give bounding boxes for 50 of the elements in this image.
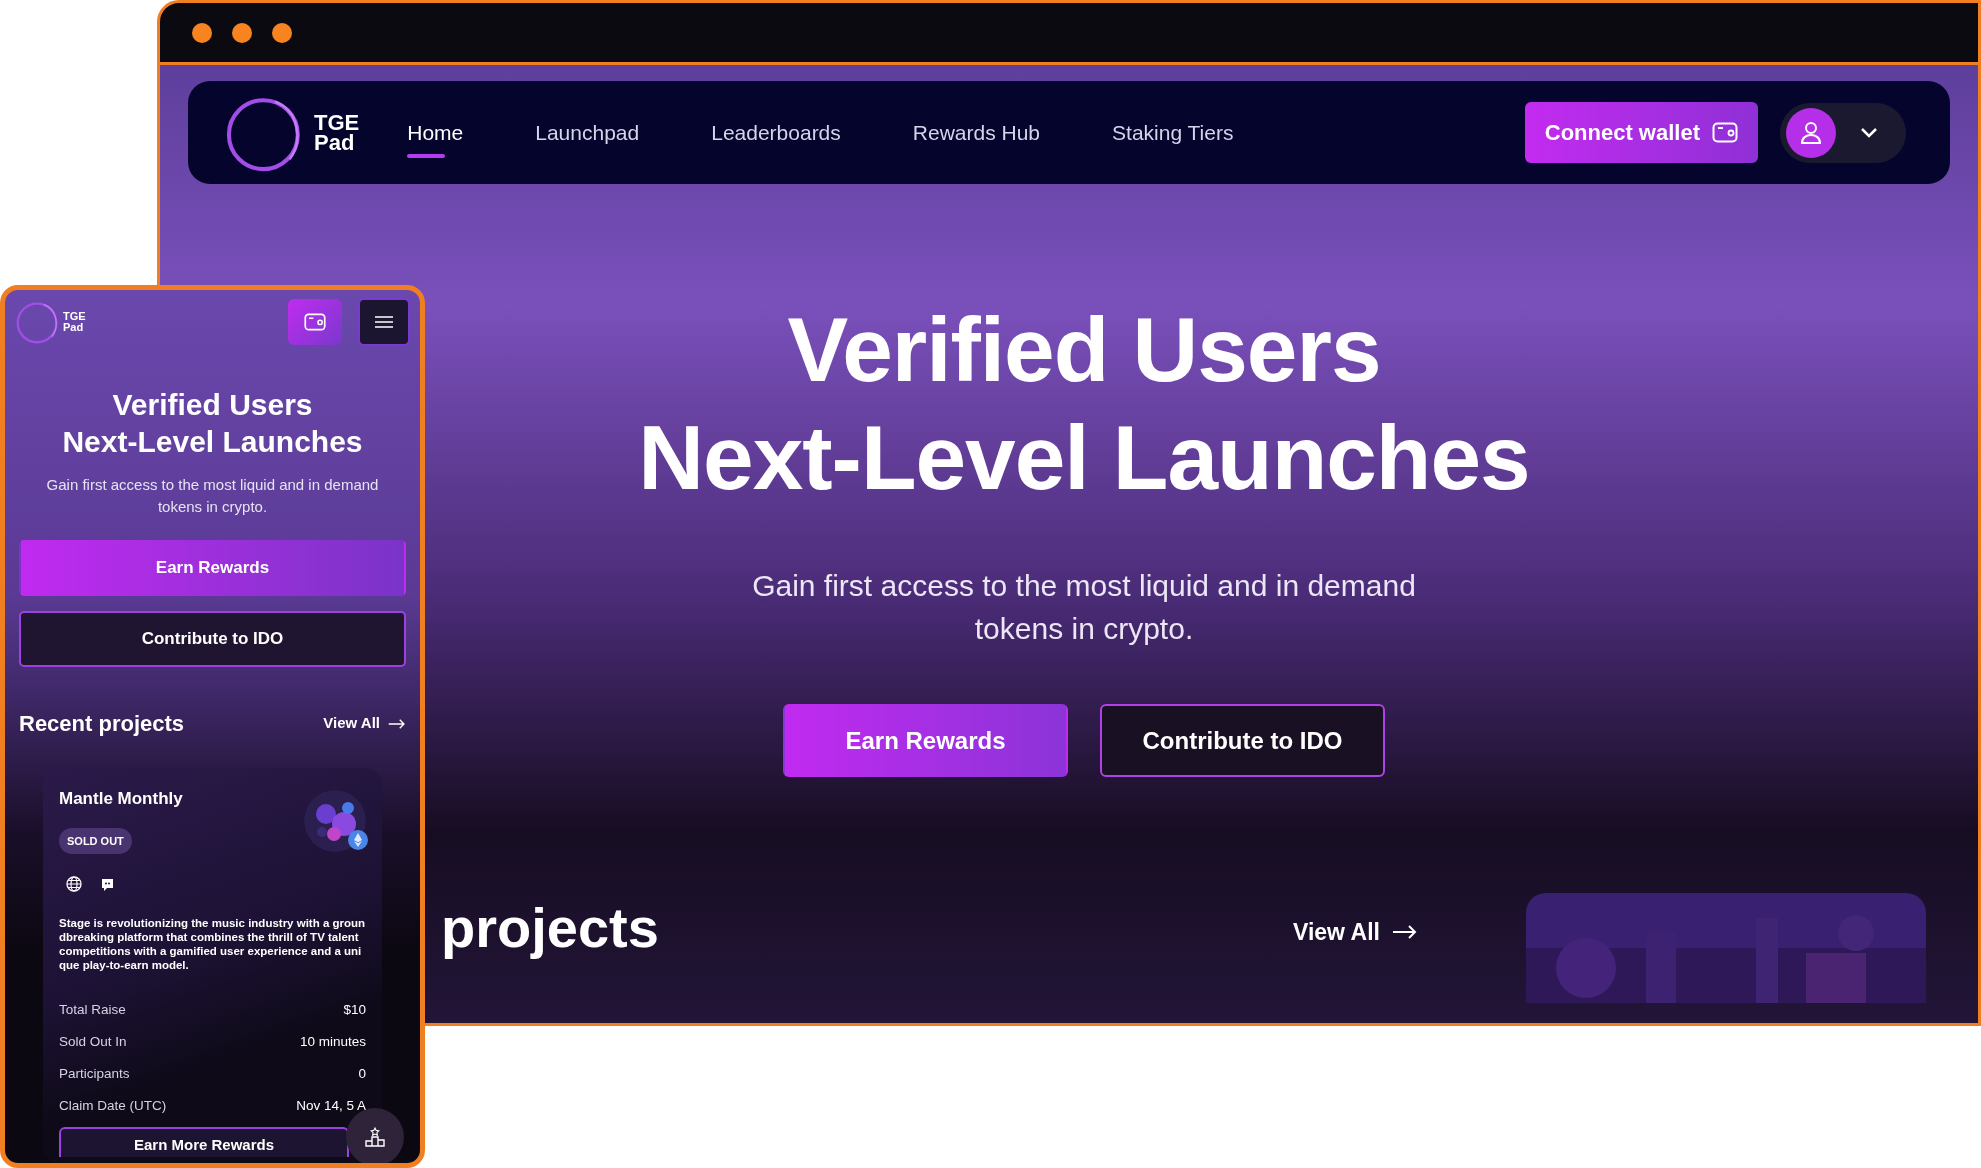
earn-rewards-button[interactable]: Earn Rewards [783, 704, 1068, 777]
stat-value: Nov 14, 5 A [296, 1098, 366, 1113]
nav-link[interactable]: Staking Tiers [1112, 106, 1234, 159]
hero-title: Next-Level Launches [638, 406, 1530, 510]
menu-button[interactable] [358, 298, 410, 346]
stat-label: Total Raise [59, 1002, 126, 1017]
podium-icon [365, 1127, 385, 1147]
nav-link[interactable]: Home [407, 106, 464, 159]
section-title: Recent projects [19, 710, 185, 738]
globe-icon[interactable] [66, 876, 82, 892]
view-all-link[interactable]: View All [323, 712, 406, 735]
status-badge: SOLD OUT [59, 827, 132, 854]
view-all-link[interactable]: View All [1293, 914, 1418, 950]
earn-rewards-button[interactable]: Earn Rewards [19, 540, 406, 596]
hero-title: Verified Users [112, 387, 313, 423]
ethereum-badge-icon [348, 830, 368, 850]
contribute-button[interactable]: Contribute to IDO [1100, 704, 1385, 777]
chat-icon[interactable] [100, 876, 115, 892]
stat-value: 0 [358, 1066, 366, 1081]
stat-label: Claim Date (UTC) [59, 1098, 167, 1113]
stat-value: 10 minutes [299, 1034, 366, 1049]
user-avatar-icon [1786, 107, 1836, 158]
logo-text: TGE [314, 112, 360, 133]
hero-subtitle: Gain first access to the most liquid and in demand tokens in crypto. [751, 568, 1417, 647]
logo-text: TGE [63, 311, 86, 322]
floating-leaderboard-button[interactable] [346, 1108, 404, 1163]
wallet-button[interactable] [288, 299, 342, 345]
logo-text: Pad [63, 322, 85, 333]
chevron-down-icon [1860, 127, 1878, 138]
logo-ring-icon [15, 299, 61, 345]
hero-subtitle: Gain first access to the most liquid and in demand tokens in crypto. [45, 475, 380, 517]
stat-label: Participants [59, 1066, 130, 1081]
logo-text: Pad [314, 132, 355, 153]
contribute-button[interactable]: Contribute to IDO [19, 611, 406, 667]
earn-more-rewards-button[interactable]: Earn More Rewards [59, 1127, 349, 1157]
hero-title: Next-Level Launches [62, 424, 363, 460]
arrow-right-icon [1391, 925, 1418, 939]
wallet-icon [304, 313, 326, 331]
stat-label: Sold Out In [59, 1034, 127, 1049]
hero-title: Verified Users [787, 298, 1381, 402]
nav-link[interactable]: Rewards Hub [912, 106, 1041, 159]
nav-link[interactable]: Launchpad [535, 106, 640, 159]
nav-link[interactable]: Leaderboards [711, 106, 841, 159]
connect-wallet-button[interactable]: Connect wallet [1524, 102, 1758, 163]
menu-icon [375, 316, 393, 328]
project-description: Stage is revolutionizing the music industry with a groundbreaking platform that combines the thrill of TV talent competitions with a gamified user experience and a unique play-to-earn model. [59, 916, 366, 972]
section-title: projects [441, 895, 660, 961]
wallet-icon [1712, 122, 1738, 143]
stat-value: $10 [343, 1002, 366, 1017]
project-name: Mantle Monthly [59, 788, 183, 810]
